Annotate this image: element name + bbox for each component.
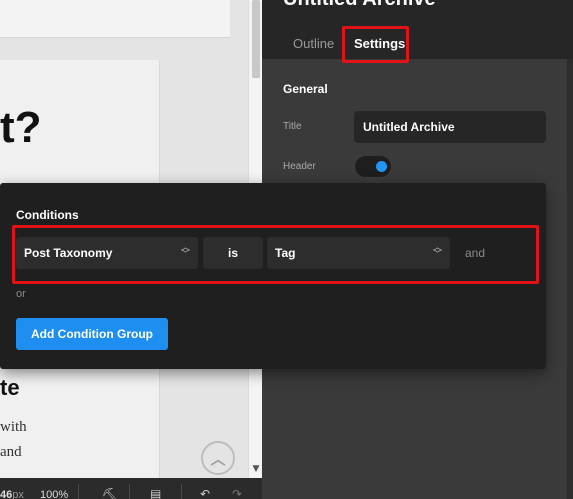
- panel-title: Untitled Archive: [283, 0, 436, 11]
- scrollbar-thumb[interactable]: [252, 0, 260, 78]
- panel-scrollbar[interactable]: [567, 59, 573, 499]
- paint-roller-icon[interactable]: ⛏: [102, 487, 117, 499]
- header-toggle[interactable]: [355, 156, 391, 177]
- undo-icon[interactable]: ↶: [200, 487, 210, 499]
- canvas-subheading: te: [0, 375, 20, 400]
- or-label: or: [16, 288, 26, 300]
- tab-outline[interactable]: Outline: [293, 36, 334, 51]
- condition-row-highlight: [12, 225, 539, 284]
- conditions-popup: Conditions Post Taxonomy ︿ ﹀ is Tag ︿ ﹀ an…: [0, 183, 546, 369]
- section-general-title: General: [283, 82, 328, 96]
- zoom-px-readout[interactable]: 46px: [0, 489, 24, 499]
- zoom-px-value: 46: [0, 489, 13, 499]
- bottom-toolbar: 46px 100% ⛏ ▤ ↶ ↷: [0, 478, 262, 499]
- zoom-px-unit: px: [12, 489, 24, 499]
- conditions-title: Conditions: [16, 208, 79, 222]
- add-condition-group-button[interactable]: Add Condition Group: [16, 318, 168, 350]
- header-field-label: Header: [283, 161, 316, 172]
- canvas-text-line: with: [0, 419, 27, 435]
- toolbar-divider: [181, 484, 182, 499]
- canvas-heading: t?: [0, 103, 42, 152]
- toolbar-divider: [78, 484, 79, 499]
- zoom-percent-readout[interactable]: 100%: [40, 489, 68, 499]
- toolbar-divider: [129, 484, 130, 499]
- settings-tab-highlight: [342, 26, 409, 63]
- toggle-knob: [376, 161, 387, 172]
- scroll-down-arrow-icon[interactable]: ▼: [249, 464, 263, 474]
- title-field-label: Title: [283, 121, 302, 132]
- chevron-up-icon: ︿: [210, 449, 226, 468]
- canvas-top-card: [0, 0, 230, 38]
- redo-icon[interactable]: ↷: [232, 487, 242, 499]
- title-input[interactable]: Untitled Archive: [354, 111, 546, 143]
- canvas-text-line: and: [0, 444, 22, 460]
- panel-header: Untitled Archive Outline Settings: [262, 0, 573, 63]
- scroll-to-top-button[interactable]: ︿: [201, 441, 235, 475]
- layout-icon[interactable]: ▤: [150, 487, 161, 499]
